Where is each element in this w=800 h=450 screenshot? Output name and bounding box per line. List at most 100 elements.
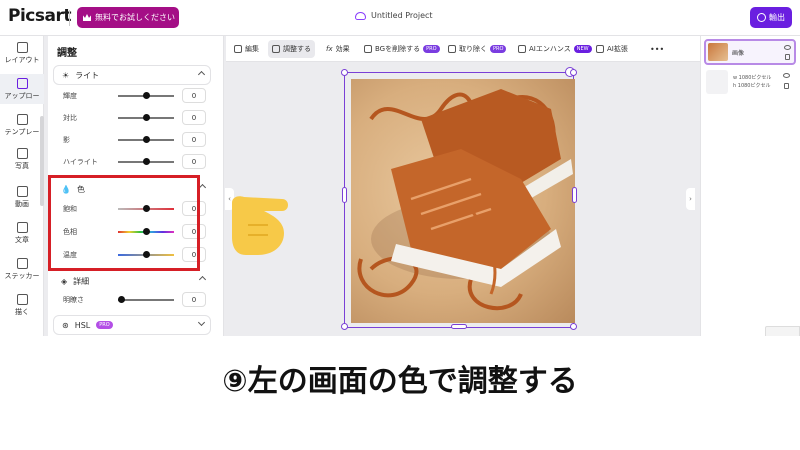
download-icon [757, 13, 766, 22]
nav-photo[interactable]: 写真 [0, 148, 44, 171]
free-trial-button[interactable]: 無料でお試しください [77, 7, 179, 28]
layer-name: 画像 [732, 50, 745, 57]
slider-value-input[interactable]: 0 [182, 132, 206, 147]
picsart-editor: Picsart 無料でお試しください Untitled Project 輸出 レ… [0, 0, 800, 336]
video-icon [16, 186, 28, 197]
slider-track[interactable] [118, 92, 174, 99]
photo-icon [16, 148, 28, 159]
slider-clarity: 明瞭さ 0 [53, 291, 211, 309]
chevron-down-icon [197, 318, 206, 327]
slider-label: 明瞭さ [63, 296, 84, 304]
pro-badge: PRO [490, 45, 507, 53]
nav-layout[interactable]: レイアウト [0, 42, 44, 65]
nav-text[interactable]: 文章 [0, 222, 44, 245]
slider-value-input[interactable]: 0 [182, 88, 206, 103]
nav-label: テンプレー [4, 128, 40, 136]
caption-text: ⑨左の画面の色で調整する [222, 364, 578, 399]
chevron-up-icon [197, 70, 206, 79]
tool-remove-bg[interactable]: BGを削除する PRO [360, 40, 444, 58]
tool-effects[interactable]: fx 効果 [322, 40, 354, 58]
draw-icon [16, 294, 28, 305]
edit-icon [234, 45, 242, 53]
lock-icon[interactable] [785, 54, 790, 60]
layer-thumbnail [708, 43, 728, 61]
slider-knob[interactable] [118, 296, 125, 303]
tool-eraser[interactable]: 取り除く PRO [444, 40, 510, 58]
effects-icon: fx [326, 45, 333, 53]
layout-icon [16, 42, 28, 53]
hsl-title: HSL [74, 320, 91, 330]
tool-more[interactable]: ••• [646, 40, 668, 58]
left-nav: レイアウト アップロー テンプレー 写真 動画 文章 ステッカー 描く [0, 36, 44, 336]
project-title[interactable]: Untitled Project [355, 11, 433, 20]
sneaker-photo[interactable] [351, 79, 575, 323]
resize-handle[interactable] [572, 187, 577, 203]
nav-sticker[interactable]: ステッカー [0, 258, 44, 281]
eye-icon[interactable] [784, 45, 791, 50]
tool-ai-expand[interactable]: AI拡張 [592, 40, 632, 58]
slider-track[interactable] [118, 114, 174, 121]
top-bar: Picsart 無料でお試しください Untitled Project 輸出 [0, 0, 800, 36]
export-button[interactable]: 輸出 [750, 7, 792, 28]
slider-highlight: ハイライト 0 [53, 153, 211, 171]
text-icon [16, 222, 28, 233]
resize-handle[interactable] [570, 323, 577, 330]
slider-value-input[interactable]: 0 [182, 110, 206, 125]
nav-draw[interactable]: 描く [0, 294, 44, 317]
nav-video[interactable]: 動画 [0, 186, 44, 209]
slider-label: ハイライト [63, 158, 98, 166]
slider-knob[interactable] [142, 114, 150, 121]
nav-label: 文章 [15, 236, 29, 244]
tool-adjust[interactable]: 調整する [268, 40, 315, 58]
slider-value-input[interactable]: 0 [182, 292, 206, 307]
new-badge: NEW [573, 45, 592, 53]
detail-section-header[interactable]: ◈ 詳細 [53, 271, 211, 291]
nav-label: ステッカー [4, 272, 40, 280]
crown-icon [83, 14, 91, 21]
tool-label: 効果 [335, 45, 350, 53]
slider-label: 対比 [63, 114, 77, 122]
top-toolbar: 編集 調整する fx 効果 BGを削除する PRO 取り除く PRO AIエンハ… [226, 36, 700, 62]
slider-brightness: 輝度 0 [53, 87, 211, 105]
nav-template[interactable]: テンプレー [0, 114, 44, 137]
hsl-section-header[interactable]: ⊛ HSL PRO [53, 315, 211, 335]
resize-handle[interactable] [342, 187, 347, 203]
nav-label: 描く [15, 308, 29, 316]
slider-track[interactable] [118, 158, 174, 165]
tool-edit[interactable]: 編集 [230, 40, 263, 58]
nav-upload[interactable]: アップロー [0, 74, 44, 104]
tool-ai-enhance[interactable]: AIエンハンス NEW [514, 40, 596, 58]
nav-scrollbar[interactable] [40, 116, 44, 206]
slider-knob[interactable] [142, 92, 150, 99]
layer-width: w 1080ピクセル [733, 75, 772, 81]
layer-item-image[interactable]: 画像 [704, 39, 796, 65]
more-icon: ••• [650, 44, 665, 54]
slider-track[interactable] [118, 296, 174, 303]
light-section-header[interactable]: ☀ ライト [53, 65, 211, 85]
tool-label: 調整する [283, 45, 311, 53]
nav-label: アップロー [4, 92, 40, 100]
resize-handle[interactable] [570, 69, 577, 76]
remove-bg-icon [364, 45, 372, 53]
slider-track[interactable] [118, 136, 174, 143]
slider-knob[interactable] [142, 158, 150, 165]
eye-icon[interactable] [783, 73, 790, 78]
layers-panel: 画像 w 1080ピクセル h 1080ピクセル [700, 36, 800, 336]
artboard-selection[interactable] [341, 67, 577, 330]
layer-thumbnail[interactable] [706, 70, 728, 94]
slider-value-input[interactable]: 0 [182, 154, 206, 169]
lock-icon[interactable] [784, 83, 789, 89]
tool-label: AIエンハンス [529, 45, 571, 53]
recaptcha-badge[interactable] [765, 326, 800, 336]
resize-handle[interactable] [451, 324, 467, 329]
resize-handle[interactable] [341, 69, 348, 76]
resize-handle[interactable] [341, 323, 348, 330]
slider-knob[interactable] [142, 136, 150, 143]
picsart-logo[interactable]: Picsart [8, 6, 71, 26]
pro-badge: PRO [423, 45, 440, 53]
expand-layers-button[interactable]: › [686, 188, 695, 210]
tool-label: 取り除く [459, 45, 487, 53]
sneaker-illustration [357, 89, 573, 311]
chevron-up-icon [198, 183, 207, 192]
slider-contrast: 対比 0 [53, 109, 211, 127]
